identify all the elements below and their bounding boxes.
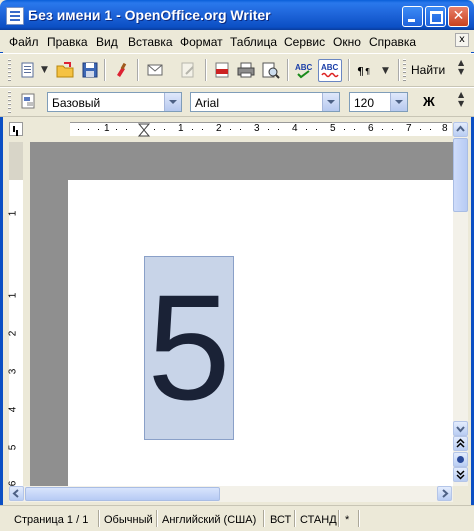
format-toolbar-arrows-icon[interactable]: ▲ ▼ — [458, 90, 464, 108]
ruler-number: 4 — [7, 406, 19, 413]
chevron-down-icon[interactable] — [390, 93, 407, 111]
font-name-value: Arial — [195, 96, 220, 110]
scroll-right-button[interactable] — [437, 486, 452, 501]
menu-edit[interactable]: Правка — [47, 35, 88, 49]
ruler-number: 6 — [368, 123, 374, 134]
menu-file[interactable]: Файл — [9, 35, 39, 49]
toolbar-grip[interactable] — [8, 59, 11, 81]
find-button[interactable]: Найти — [411, 63, 445, 77]
menu-help[interactable]: Справка — [369, 35, 416, 49]
close-icon: ✕ — [452, 8, 465, 24]
status-bar: Страница 1 / 1 Обычный Английский (США) … — [0, 505, 474, 531]
ruler-number: 4 — [292, 123, 298, 134]
ruler-number: 2 — [7, 330, 19, 337]
menu-format[interactable]: Формат — [180, 35, 223, 49]
language-indicator[interactable]: Английский (США) — [162, 514, 256, 526]
ruler-number: 1 — [7, 292, 19, 299]
horizontal-ruler[interactable]: 1 1 2 3 4 5 6 7 8 — [70, 122, 452, 137]
font-name-select[interactable]: Arial — [190, 92, 340, 112]
horizontal-scroll-thumb[interactable] — [25, 487, 220, 501]
ruler-number: 1 — [7, 210, 19, 217]
scroll-up-button[interactable] — [453, 122, 468, 137]
maximize-button[interactable] — [425, 6, 446, 27]
font-size-select[interactable]: 120 — [349, 92, 408, 112]
tab-stop-selector[interactable] — [9, 122, 23, 136]
svg-text:ABC: ABC — [295, 63, 313, 72]
styles-formatting-icon[interactable] — [18, 91, 38, 111]
print-preview-icon[interactable] — [260, 60, 280, 80]
document-page[interactable] — [68, 180, 453, 486]
paragraph-style-value: Базовый — [52, 96, 101, 110]
print-icon[interactable] — [236, 60, 256, 80]
edit-file-icon[interactable] — [178, 60, 198, 80]
previous-page-button[interactable] — [453, 436, 468, 451]
page-indicator[interactable]: Страница 1 / 1 — [14, 514, 88, 526]
email-icon[interactable] — [145, 60, 165, 80]
standard-toolbar: ▼ ABC ABC ¶ ¶ ▼ Найти ▲ ▼ — [0, 53, 474, 87]
menu-view[interactable]: Вид — [96, 35, 118, 49]
page-style[interactable]: Обычный — [104, 514, 153, 526]
writer-app-icon[interactable] — [6, 7, 24, 25]
vertical-ruler-margin — [9, 142, 23, 180]
ruler-number: 1 — [178, 123, 184, 134]
find-toolbar-grip[interactable] — [403, 59, 406, 81]
ruler-margin-left — [28, 122, 70, 136]
modified-indicator: * — [345, 514, 350, 526]
scroll-left-button[interactable] — [9, 486, 24, 501]
svg-text:¶: ¶ — [357, 65, 364, 78]
edit-brush-icon[interactable] — [112, 60, 132, 80]
close-document-icon[interactable]: x — [455, 33, 469, 47]
chevron-down-icon[interactable] — [164, 93, 181, 111]
formatting-toolbar: Базовый Arial 120 Ж ▲ ▼ — [0, 87, 474, 117]
vertical-ruler[interactable]: 1 1 2 3 4 5 6 — [7, 142, 23, 486]
selection-mode[interactable]: СТАНД — [300, 514, 337, 526]
menu-table[interactable]: Таблица — [230, 35, 277, 49]
toolbar-separator — [137, 59, 138, 81]
toolbar-separator — [348, 59, 349, 81]
open-folder-icon[interactable] — [55, 60, 75, 80]
ruler-number: 5 — [330, 123, 336, 134]
ruler-number: 5 — [7, 444, 19, 451]
menu-bar: Файл Правка Вид Вставка Формат Таблица С… — [0, 30, 474, 52]
close-button[interactable]: ✕ — [448, 6, 469, 27]
bold-button[interactable]: Ж — [423, 94, 435, 109]
toolbar-separator — [104, 59, 105, 81]
svg-text:ABC: ABC — [321, 63, 339, 72]
svg-text:¶: ¶ — [365, 67, 370, 76]
new-dropdown-arrow-icon[interactable]: ▼ — [41, 65, 48, 75]
ruler-number: 3 — [7, 368, 19, 375]
menu-window[interactable]: Окно — [333, 35, 361, 49]
spellcheck-icon[interactable]: ABC — [294, 60, 314, 80]
find-toolbar-arrows-icon[interactable]: ▲ ▼ — [458, 58, 464, 76]
scroll-down-button[interactable] — [453, 421, 468, 436]
save-icon[interactable] — [80, 60, 100, 80]
chevron-down-icon[interactable] — [322, 93, 339, 111]
next-page-button[interactable] — [453, 467, 468, 482]
export-pdf-icon[interactable] — [212, 60, 232, 80]
ruler-number: 1 — [104, 123, 110, 134]
ruler-number: 7 — [406, 123, 412, 134]
auto-spellcheck-icon[interactable]: ABC — [318, 59, 342, 82]
toolbar-separator — [398, 59, 399, 81]
navigator-button[interactable] — [453, 452, 468, 467]
insert-mode[interactable]: ВСТ — [270, 514, 291, 526]
toolbar-separator — [205, 59, 206, 81]
ruler-number: 3 — [254, 123, 260, 134]
nonprinting-characters-icon[interactable]: ¶ ¶ — [355, 60, 375, 80]
minimize-button[interactable] — [402, 6, 423, 27]
ruler-number: 8 — [442, 123, 448, 134]
indent-marker-icon[interactable] — [138, 123, 150, 137]
frame-text: 5 — [147, 263, 231, 431]
menu-tools[interactable]: Сервис — [284, 35, 325, 49]
toolbar-grip[interactable] — [8, 91, 11, 113]
toolbar-overflow-arrow-icon[interactable]: ▼ — [382, 66, 389, 76]
toolbar-separator — [287, 59, 288, 81]
font-size-value: 120 — [354, 96, 375, 110]
paragraph-style-select[interactable]: Базовый — [47, 92, 182, 112]
window-title: Без имени 1 - OpenOffice.org Writer — [28, 7, 271, 23]
menu-insert[interactable]: Вставка — [128, 35, 173, 49]
ruler-number: 2 — [216, 123, 222, 134]
vertical-scroll-thumb[interactable] — [453, 138, 468, 212]
new-document-icon[interactable] — [18, 60, 38, 80]
